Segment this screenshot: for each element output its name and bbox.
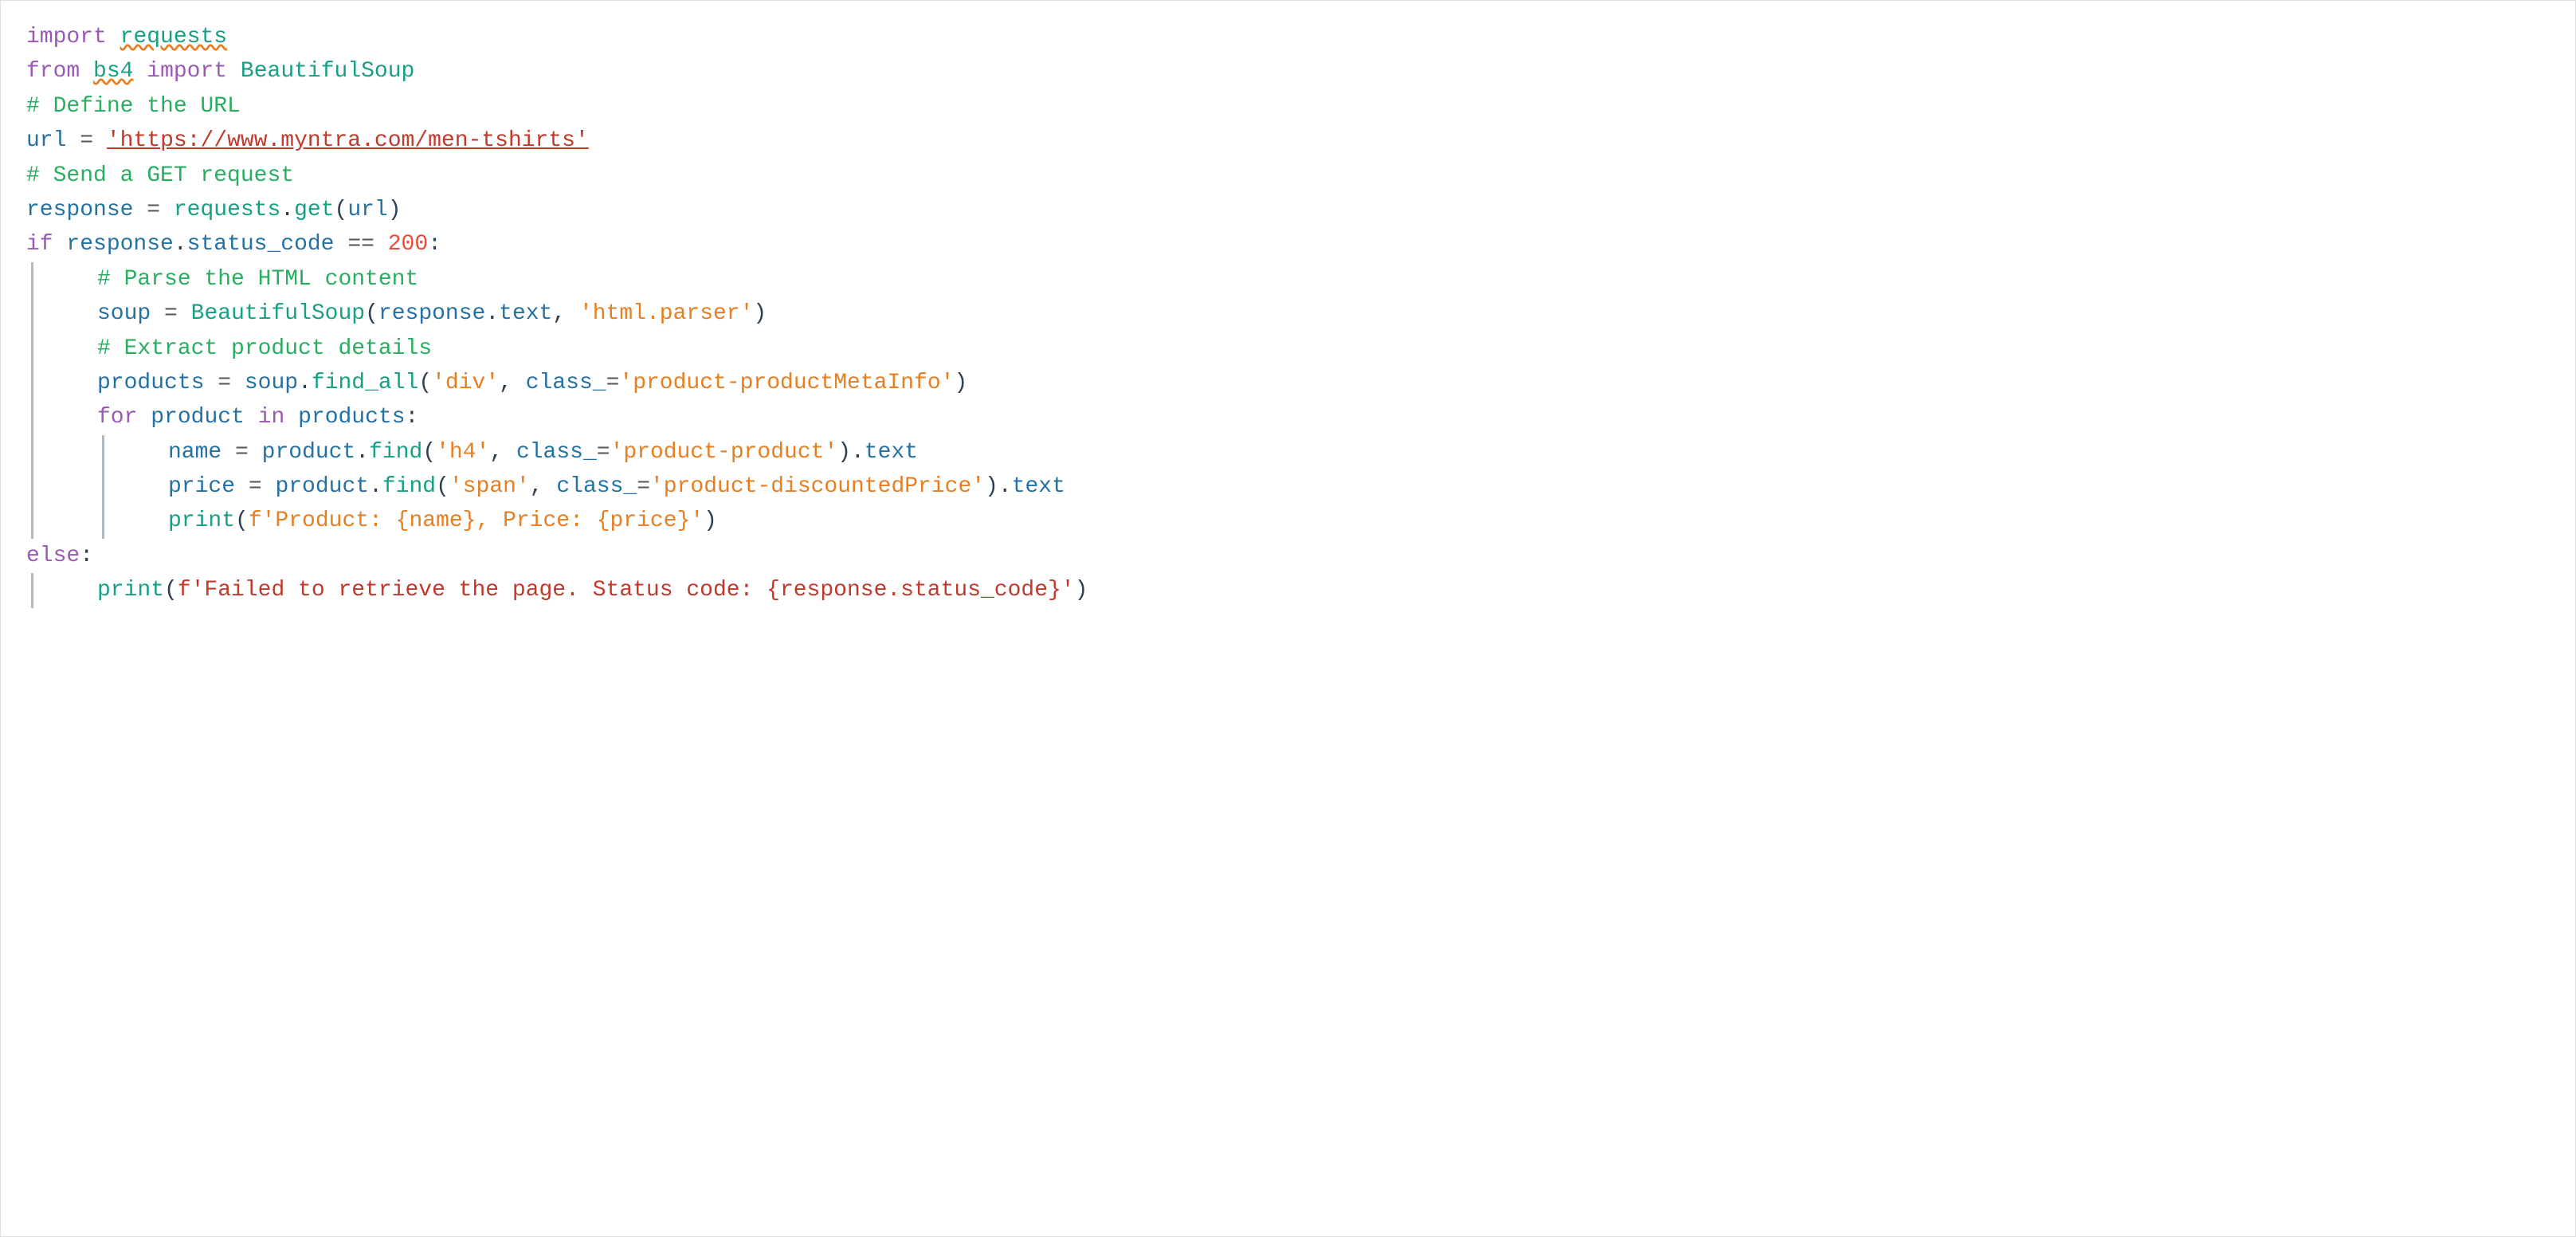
code-line-8: # Parse the HTML content [33,262,2550,296]
param-class-2: class_ [516,435,597,469]
class-beautifulsoup: BeautifulSoup [241,54,414,88]
code-line-1: import requests [26,20,2550,54]
attr-text-2: text [865,435,918,469]
keyword-else: else [26,539,80,573]
op-assign-8: = [249,469,262,504]
method-find-all: find_all [312,366,418,400]
string-class-meta: 'product-productMetaInfo' [619,366,954,400]
code-line-16: else: [26,539,2550,573]
op-assign-2: = [147,193,160,227]
method-find-2: find [382,469,436,504]
op-assign-6: = [235,435,249,469]
var-response-3: response [378,296,485,331]
string-html-parser: 'html.parser' [579,296,753,331]
func-print-2: print [97,573,164,607]
string-class-price: 'product-discountedPrice' [650,469,985,504]
string-span: 'span' [449,469,530,504]
code-line-17: print(f'Failed to retrieve the page. Sta… [33,573,2550,607]
attr-text: text [499,296,552,331]
code-line-4: url = 'https://www.myntra.com/men-tshirt… [26,124,2550,158]
keyword-if: if [26,227,53,261]
var-soup: soup [97,296,151,331]
string-h4: 'h4' [436,435,489,469]
param-class-3: class_ [556,469,637,504]
fstring-product: f'Product: {name}, Price: {price}' [249,504,704,538]
comment-define-url: # Define the URL [26,89,241,124]
module-requests: requests [120,20,227,54]
keyword-for: for [97,400,137,434]
keyword-in: in [258,400,285,434]
var-url: url [26,124,66,158]
var-product-2: product [262,435,356,469]
string-class-product: 'product-product' [610,435,838,469]
var-price: price [168,469,235,504]
num-200: 200 [388,227,428,261]
method-find-1: find [369,435,422,469]
string-url: 'https://www.myntra.com/men-tshirts' [107,124,589,158]
op-assign-7: = [597,435,610,469]
code-editor: import requests from bs4 import Beautifu… [0,0,2576,1237]
op-assign-1: = [80,124,93,158]
var-product-3: product [275,469,369,504]
code-line-5: # Send a GET request [26,159,2550,193]
code-line-15: print(f'Product: {name}, Price: {price}'… [104,504,2550,538]
arg-url: url [347,193,387,227]
code-line-3: # Define the URL [26,89,2550,124]
func-print-1: print [168,504,235,538]
var-response-2: response [66,227,173,261]
code-line-11: products = soup.find_all('div', class_='… [33,366,2550,400]
keyword-import: import [26,20,107,54]
comment-get-request: # Send a GET request [26,159,294,193]
var-products-2: products [298,400,405,434]
call-beautifulsoup: BeautifulSoup [191,296,365,331]
call-requests-get: requests [174,193,280,227]
op-assign-3: = [164,296,178,331]
code-line-10: # Extract product details [33,332,2550,366]
param-class: class_ [526,366,606,400]
code-line-2: from bs4 import BeautifulSoup [26,54,2550,88]
method-get: get [294,193,334,227]
keyword-import2: import [147,54,227,88]
module-bs4: bs4 [93,54,133,88]
var-product: product [151,400,245,434]
comment-parse-html: # Parse the HTML content [97,262,418,296]
op-assign-5: = [606,366,620,400]
code-line-12: for product in products: [33,400,2550,434]
code-line-7: if response.status_code == 200: [26,227,2550,261]
code-line-9: soup = BeautifulSoup(response.text, 'htm… [33,296,2550,331]
comment-extract-products: # Extract product details [97,332,432,366]
keyword-from: from [26,54,80,88]
op-eq: == [347,227,374,261]
code-line-6: response = requests.get(url) [26,193,2550,227]
code-line-14: price = product.find('span', class_='pro… [104,469,2550,504]
op-assign-9: = [637,469,650,504]
string-div: 'div' [432,366,499,400]
var-soup-2: soup [245,366,298,400]
var-products: products [97,366,204,400]
attr-status-code: status_code [187,227,335,261]
code-line-13: name = product.find('h4', class_='produc… [104,435,2550,469]
var-name: name [168,435,222,469]
attr-text-3: text [1012,469,1065,504]
var-response: response [26,193,133,227]
op-assign-4: = [218,366,231,400]
fstring-failed: f'Failed to retrieve the page. Status co… [178,573,1075,607]
